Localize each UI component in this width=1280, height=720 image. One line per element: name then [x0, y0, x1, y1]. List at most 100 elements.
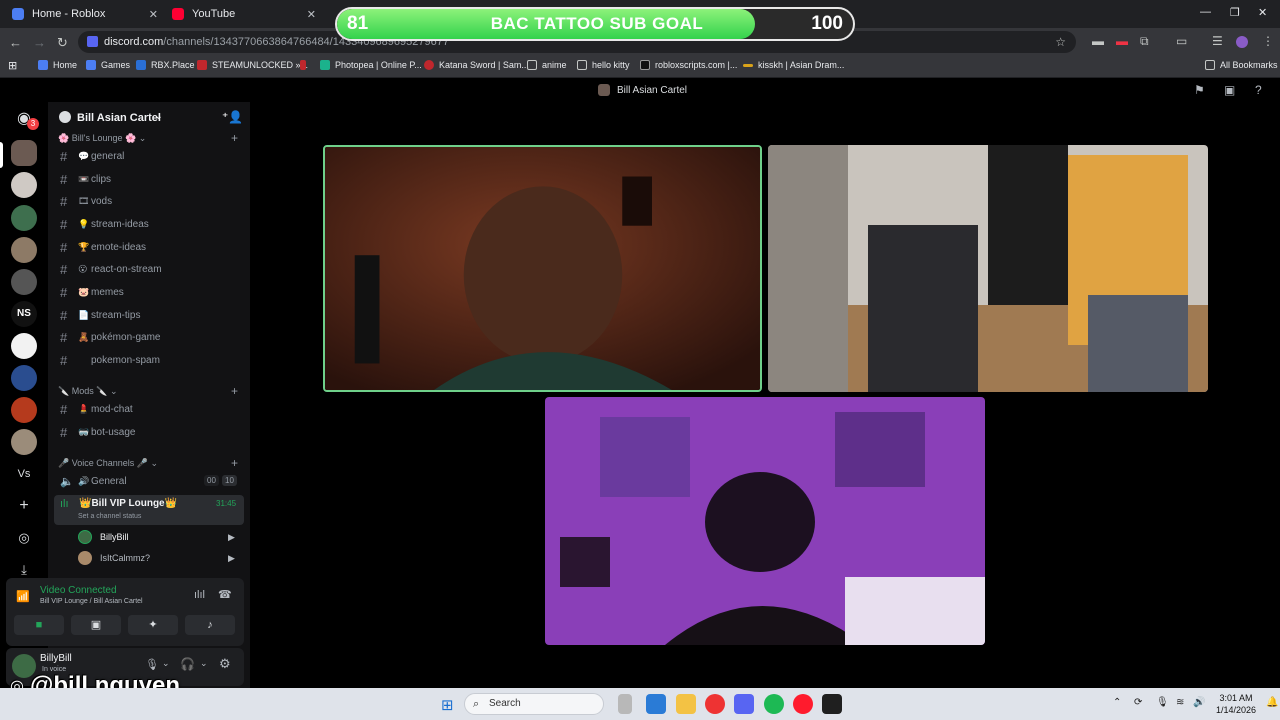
- add-server-icon[interactable]: +: [11, 493, 37, 519]
- headphones-icon[interactable]: 🎧: [180, 657, 195, 671]
- bookmark-home[interactable]: Home: [38, 60, 77, 70]
- server-icon-4[interactable]: [11, 237, 37, 263]
- noise-suppression-icon[interactable]: ılıl: [194, 589, 205, 601]
- channel-general[interactable]: # 💬 general: [60, 146, 242, 166]
- taskbar-search[interactable]: ⌕ Search: [464, 693, 604, 715]
- tab-roblox[interactable]: Home - Roblox ✕: [12, 4, 158, 24]
- bookmark-katana[interactable]: Katana Sword | Sam...: [424, 60, 529, 70]
- back-icon[interactable]: ←: [9, 35, 22, 50]
- channel-status[interactable]: Set a channel status: [78, 513, 141, 520]
- bookmark-folder-anime[interactable]: anime: [527, 60, 567, 70]
- reading-list-icon[interactable]: ☰: [1212, 34, 1223, 48]
- close-tab-icon[interactable]: ✕: [149, 8, 158, 21]
- channel-emote-ideas[interactable]: # 🏆 emote-ideas: [60, 237, 242, 257]
- cast-icon[interactable]: ▭: [1176, 34, 1187, 48]
- opera-icon[interactable]: [793, 694, 813, 714]
- threads-icon[interactable]: ⚑: [1194, 83, 1205, 97]
- discord-icon[interactable]: [734, 694, 754, 714]
- category-voice-channels[interactable]: 🎤 Voice Channels 🎤 ⌄: [58, 458, 158, 469]
- video-tile-room[interactable]: [768, 145, 1208, 392]
- volume-icon[interactable]: 🔊: [1193, 697, 1205, 708]
- microphone-icon[interactable]: 🎙: [145, 658, 159, 671]
- help-icon[interactable]: ?: [1255, 83, 1262, 97]
- category-mods[interactable]: 🔪 Mods 🔪 ⌄: [58, 386, 117, 397]
- sync-icon[interactable]: ⟳: [1134, 697, 1142, 708]
- server-header[interactable]: Bill Asian Cartel ⌄ ⁺👤: [48, 102, 250, 134]
- voice-channel-general[interactable]: 🔈 🔊 General 00 10: [60, 471, 242, 491]
- voice-channel-vip-lounge[interactable]: ılı 👑Bill VIP Lounge👑 31:45 Set a channe…: [54, 495, 244, 525]
- extension-red-icon[interactable]: ▬: [1116, 34, 1128, 48]
- soundboard-button[interactable]: ♪: [185, 615, 235, 635]
- tab-youtube[interactable]: YouTube ✕: [172, 4, 316, 24]
- server-icon-vs[interactable]: Vs: [11, 461, 37, 487]
- server-icon-8[interactable]: [11, 365, 37, 391]
- bookmark-robloxscripts[interactable]: robloxscripts.com |...: [640, 60, 737, 70]
- bookmark-steamunlocked[interactable]: STEAMUNLOCKED »...: [197, 60, 308, 70]
- widgets-icon[interactable]: [646, 694, 666, 714]
- apps-icon[interactable]: ⊞: [8, 59, 17, 72]
- forward-icon[interactable]: →: [33, 35, 46, 50]
- screen-share-button[interactable]: ▣: [71, 615, 121, 635]
- bookmark-red[interactable]: [300, 60, 311, 70]
- profile-avatar[interactable]: [1236, 36, 1248, 48]
- activities-button[interactable]: ✦: [128, 615, 178, 635]
- camera-button[interactable]: ■: [14, 615, 64, 635]
- channel-react-on-stream[interactable]: # 😮 react-on-stream: [60, 259, 242, 279]
- server-icon-10[interactable]: [11, 429, 37, 455]
- close-window-icon[interactable]: ✕: [1258, 6, 1267, 19]
- menu-icon[interactable]: ⋮: [1262, 34, 1274, 48]
- server-icon-3[interactable]: [11, 205, 37, 231]
- voice-member[interactable]: BillyBill: [78, 530, 129, 544]
- bookmark-games[interactable]: Games: [86, 60, 130, 70]
- video-tile-speaker[interactable]: [323, 145, 762, 392]
- add-channel-icon[interactable]: +: [231, 384, 238, 398]
- channel-pokemon-game[interactable]: # 🧸 pokémon-game: [60, 327, 242, 347]
- channel-memes[interactable]: # 🐷 memes: [60, 282, 242, 302]
- channel-stream-ideas[interactable]: # 💡 stream-ideas: [60, 214, 242, 234]
- inbox-icon[interactable]: ▣: [1224, 83, 1235, 97]
- signal-icon[interactable]: 📶: [16, 590, 30, 603]
- close-tab-icon[interactable]: ✕: [307, 8, 316, 21]
- extensions-puzzle-icon[interactable]: ⧉: [1140, 34, 1149, 49]
- spotify-icon[interactable]: [764, 694, 784, 714]
- task-view-icon[interactable]: [618, 694, 632, 714]
- chrome-icon[interactable]: [705, 694, 725, 714]
- channel-stream-tips[interactable]: # 📄 stream-tips: [60, 305, 242, 325]
- file-explorer-icon[interactable]: [676, 694, 696, 714]
- channel-mod-chat[interactable]: # 💄 mod-chat: [60, 399, 242, 419]
- server-icon-ns[interactable]: NS: [11, 301, 37, 327]
- bookmark-all[interactable]: All Bookmarks: [1205, 60, 1278, 70]
- disconnect-icon[interactable]: ☎: [218, 588, 232, 601]
- category-bills-lounge[interactable]: 🌸 Bill's Lounge 🌸 ⌄: [58, 133, 146, 144]
- bookmark-kisskh[interactable]: kisskh | Asian Dram...: [743, 60, 844, 70]
- channel-pokemon-spam[interactable]: # pokemon-spam: [60, 350, 242, 370]
- notification-bell-icon[interactable]: 🔔: [1266, 697, 1278, 708]
- server-icon-2[interactable]: [11, 172, 37, 198]
- minimize-icon[interactable]: —: [1200, 6, 1211, 18]
- extension-icon[interactable]: ▬: [1092, 34, 1104, 48]
- chevron-down-icon[interactable]: ⌄: [162, 658, 170, 669]
- bookmark-folder-hello-kitty[interactable]: hello kitty: [577, 60, 630, 70]
- voice-member[interactable]: IsItCalmmz?: [78, 551, 150, 565]
- channel-clips[interactable]: # 📼 clips: [60, 169, 242, 189]
- channel-bot-usage[interactable]: # 🥽 bot-usage: [60, 422, 242, 442]
- wifi-icon[interactable]: ≋: [1176, 697, 1184, 708]
- tray-overflow-icon[interactable]: ⌃: [1113, 697, 1121, 708]
- windows-start-icon[interactable]: ⊞: [441, 696, 454, 714]
- server-icon-7[interactable]: [11, 333, 37, 359]
- reload-icon[interactable]: ↻: [57, 35, 68, 51]
- maximize-icon[interactable]: ❐: [1230, 6, 1240, 19]
- microphone-tray-icon[interactable]: 🎙: [1156, 697, 1169, 708]
- app-icon[interactable]: [822, 694, 842, 714]
- bookmark-star-icon[interactable]: ☆: [1055, 31, 1066, 53]
- bookmark-photopea[interactable]: Photopea | Online P...: [320, 60, 422, 70]
- server-bill-asian-cartel[interactable]: [11, 140, 37, 166]
- chevron-down-icon[interactable]: ⌄: [200, 658, 208, 669]
- video-tile-purple[interactable]: [545, 397, 985, 645]
- add-channel-icon[interactable]: +: [231, 456, 238, 470]
- site-info-icon[interactable]: [87, 36, 98, 47]
- invite-icon[interactable]: ⁺👤: [222, 110, 243, 124]
- add-channel-icon[interactable]: +: [231, 131, 238, 145]
- bookmark-rbx-place[interactable]: RBX.Place: [136, 60, 195, 70]
- explore-icon[interactable]: ◎: [11, 525, 37, 551]
